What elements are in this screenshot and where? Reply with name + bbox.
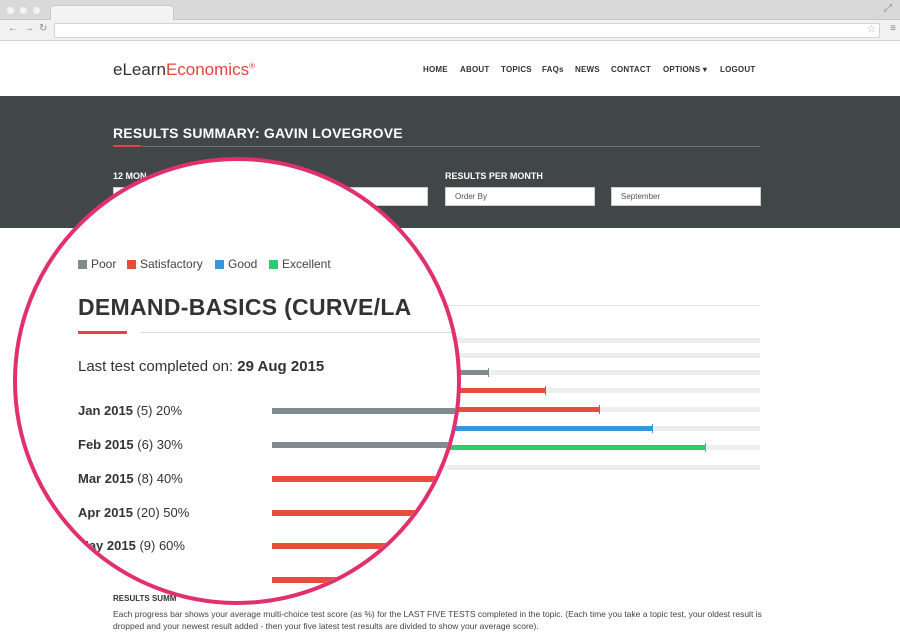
month-count-score: (20) 50%: [132, 505, 190, 520]
window-close-icon[interactable]: [7, 7, 14, 14]
legend-swatch-good: [215, 260, 224, 269]
legend-good: Good: [215, 257, 257, 271]
legend-satisfactory: Satisfactory: [127, 257, 203, 271]
reload-icon[interactable]: ↻: [39, 23, 47, 34]
browser-tab[interactable]: [50, 5, 174, 21]
nav-logout[interactable]: LOGOUT: [720, 65, 755, 74]
month-progress-fill: [272, 476, 457, 482]
month-row-label: (6) 70%: [78, 572, 124, 587]
legend-swatch-excellent: [269, 260, 278, 269]
month-progress-fill: [272, 577, 457, 583]
chevron-down-icon: ▾: [702, 65, 708, 74]
browser-menu-icon[interactable]: ≡: [890, 23, 896, 34]
page-title: RESULTS SUMMARY: GAVIN LOVEGROVE: [113, 125, 403, 141]
legend-swatch-satisfactory: [127, 260, 136, 269]
last-test-completed: Last test completed on: 29 Aug 2015: [78, 358, 324, 375]
results-per-month-label: RESULTS PER MONTH: [445, 171, 543, 181]
browser-tab-bar: ⤢: [0, 0, 900, 21]
topic-divider: [141, 332, 457, 333]
month-name: Feb 2015: [78, 437, 134, 452]
month-row-label: Mar 2015 (8) 40%: [78, 471, 183, 486]
month-value: September: [621, 192, 661, 201]
logo-text-1: eLearn: [113, 60, 166, 79]
summary-text: Each progress bar shows your average mul…: [113, 609, 762, 631]
window-minimize-icon[interactable]: [20, 7, 27, 14]
legend-poor: Poor: [78, 257, 116, 271]
month-name: Apr 2015: [78, 505, 133, 520]
nav-options-label: OPTIONS: [663, 65, 701, 74]
logo-text-2: Economics: [165, 60, 250, 79]
month-name: May 2015: [78, 538, 136, 553]
month-name: Mar 2015: [78, 471, 134, 486]
month-progress-fill: [272, 442, 457, 448]
topic-divider-accent: [78, 331, 127, 334]
month-progress-track: [272, 442, 457, 448]
order-by-select[interactable]: Order By: [445, 187, 595, 206]
logo-registered-mark: ®: [249, 61, 255, 71]
legend-label: Good: [228, 257, 258, 271]
month-row-label: Apr 2015 (20) 50%: [78, 505, 189, 520]
month-progress-track: [272, 476, 457, 482]
window-maximize-icon[interactable]: [33, 7, 40, 14]
last-test-date: 29 Aug 2015: [237, 358, 325, 375]
legend-swatch-poor: [78, 260, 87, 269]
magnifier-lens: Poor Satisfactory Good Excellent DEMAND-…: [13, 157, 461, 605]
month-count-score: (9) 60%: [135, 538, 185, 553]
legend-label: Satisfactory: [140, 257, 203, 271]
month-progress-track: [272, 577, 457, 583]
back-icon[interactable]: ←: [8, 23, 18, 34]
month-progress-track: [272, 510, 457, 516]
nav-options[interactable]: OPTIONS ▾: [663, 65, 707, 74]
fullscreen-icon[interactable]: ⤢: [884, 3, 892, 14]
month-select[interactable]: September: [611, 187, 761, 206]
nav-topics[interactable]: TOPICS: [501, 65, 532, 74]
month-count-score: (6) 70%: [78, 572, 124, 587]
nav-news[interactable]: NEWS: [575, 65, 600, 74]
site-logo[interactable]: eLearnEconomics®: [113, 60, 255, 80]
address-bar[interactable]: ☆: [54, 23, 880, 38]
month-row-label: May 2015 (9) 60%: [78, 538, 185, 553]
order-by-value: Order By: [455, 192, 488, 201]
browser-toolbar: ← → ↻ ☆ ≡: [0, 20, 900, 41]
topic-title: DEMAND-BASICS (CURVE/LA: [78, 294, 412, 320]
month-progress-track: [272, 543, 457, 549]
nav-faqs[interactable]: FAQs: [542, 65, 564, 74]
forward-icon[interactable]: →: [24, 23, 34, 34]
month-name: Jan 2015: [78, 403, 133, 418]
month-row-label: Feb 2015 (6) 30%: [78, 437, 183, 452]
bookmark-star-icon[interactable]: ☆: [867, 24, 876, 35]
legend-excellent: Excellent: [269, 257, 331, 271]
month-progress-fill: [272, 543, 457, 549]
title-divider: [142, 146, 760, 147]
title-divider-accent: [113, 145, 141, 147]
divider: [420, 305, 760, 306]
month-count-score: (8) 40%: [133, 471, 183, 486]
month-progress-fill: [272, 408, 457, 414]
month-count-score: (5) 20%: [132, 403, 183, 418]
month-count-score: (6) 30%: [133, 437, 183, 452]
nav-home[interactable]: HOME: [423, 65, 448, 74]
legend-label: Excellent: [282, 257, 331, 271]
month-row-label: Jan 2015 (5) 20%: [78, 403, 182, 418]
last-test-label: Last test completed on:: [78, 358, 234, 375]
month-progress-track: [272, 408, 457, 414]
site-header: eLearnEconomics® HOME ABOUT TOPICS FAQs …: [0, 41, 900, 96]
legend-label: Poor: [91, 257, 117, 271]
nav-contact[interactable]: CONTACT: [611, 65, 651, 74]
month-progress-fill: [272, 510, 457, 516]
nav-about[interactable]: ABOUT: [460, 65, 489, 74]
